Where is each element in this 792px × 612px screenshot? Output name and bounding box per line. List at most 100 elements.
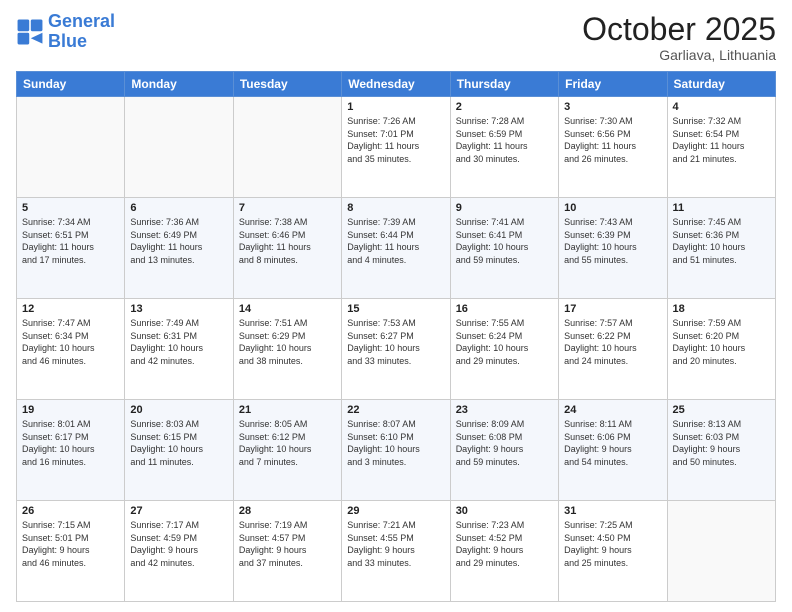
calendar-table: Sunday Monday Tuesday Wednesday Thursday…: [16, 71, 776, 602]
day-number: 25: [673, 404, 770, 416]
day-number: 7: [239, 202, 336, 214]
table-row: 12Sunrise: 7:47 AMSunset: 6:34 PMDayligh…: [17, 299, 125, 400]
table-row: [233, 97, 341, 198]
day-info: Sunrise: 7:49 AMSunset: 6:31 PMDaylight:…: [130, 317, 227, 367]
day-info: Sunrise: 7:32 AMSunset: 6:54 PMDaylight:…: [673, 115, 770, 165]
calendar-week-row: 19 Sunrise: 8:01 AMSunset: 6:17 PMDayligh…: [17, 400, 776, 501]
day-number: 18: [673, 303, 770, 315]
day-number: 10: [564, 202, 661, 214]
col-tuesday: Tuesday: [233, 72, 341, 97]
table-row: 1 Sunrise: 7:26 AMSunset: 7:01 PMDaylight…: [342, 97, 450, 198]
day-info: Sunrise: 7:57 AMSunset: 6:22 PMDaylight:…: [564, 317, 661, 367]
day-number: 27: [130, 505, 227, 517]
col-friday: Friday: [559, 72, 667, 97]
day-number: 26: [22, 505, 119, 517]
day-number: 16: [456, 303, 553, 315]
calendar-week-row: 12Sunrise: 7:47 AMSunset: 6:34 PMDayligh…: [17, 299, 776, 400]
day-number: 30: [456, 505, 553, 517]
table-row: 11Sunrise: 7:45 AMSunset: 6:36 PMDayligh…: [667, 198, 775, 299]
day-info: Sunrise: 7:26 AMSunset: 7:01 PMDaylight:…: [347, 115, 444, 165]
day-number: 17: [564, 303, 661, 315]
day-info: Sunrise: 7:21 AMSunset: 4:55 PMDaylight:…: [347, 519, 444, 569]
day-info: Sunrise: 7:19 AMSunset: 4:57 PMDaylight:…: [239, 519, 336, 569]
day-info: Sunrise: 8:13 AMSunset: 6:03 PMDaylight:…: [673, 418, 770, 468]
day-info: Sunrise: 7:38 AMSunset: 6:46 PMDaylight:…: [239, 216, 336, 266]
day-info: Sunrise: 7:59 AMSunset: 6:20 PMDaylight:…: [673, 317, 770, 367]
table-row: 27 Sunrise: 7:17 AMSunset: 4:59 PMDayligh…: [125, 501, 233, 602]
col-monday: Monday: [125, 72, 233, 97]
table-row: 3Sunrise: 7:30 AMSunset: 6:56 PMDaylight…: [559, 97, 667, 198]
day-number: 20: [130, 404, 227, 416]
day-info: Sunrise: 8:05 AMSunset: 6:12 PMDaylight:…: [239, 418, 336, 468]
col-wednesday: Wednesday: [342, 72, 450, 97]
table-row: 15Sunrise: 7:53 AMSunset: 6:27 PMDayligh…: [342, 299, 450, 400]
header: General Blue October 2025 Garliava, Lith…: [16, 12, 776, 63]
day-info: Sunrise: 7:51 AMSunset: 6:29 PMDaylight:…: [239, 317, 336, 367]
day-number: 14: [239, 303, 336, 315]
table-row: 9 Sunrise: 7:41 AMSunset: 6:41 PMDaylight…: [450, 198, 558, 299]
table-row: 23 Sunrise: 8:09 AMSunset: 6:08 PMDayligh…: [450, 400, 558, 501]
calendar-title: October 2025: [582, 12, 776, 47]
day-info: Sunrise: 7:25 AMSunset: 4:50 PMDaylight:…: [564, 519, 661, 569]
day-info: Sunrise: 8:09 AMSunset: 6:08 PMDaylight:…: [456, 418, 553, 468]
day-number: 9: [456, 202, 553, 214]
day-number: 22: [347, 404, 444, 416]
table-row: 20 Sunrise: 8:03 AMSunset: 6:15 PMDayligh…: [125, 400, 233, 501]
day-number: 24: [564, 404, 661, 416]
table-row: 26 Sunrise: 7:15 AMSunset: 5:01 PMDayligh…: [17, 501, 125, 602]
table-row: 2Sunrise: 7:28 AMSunset: 6:59 PMDaylight…: [450, 97, 558, 198]
title-block: October 2025 Garliava, Lithuania: [582, 12, 776, 63]
day-info: Sunrise: 7:55 AMSunset: 6:24 PMDaylight:…: [456, 317, 553, 367]
day-info: Sunrise: 8:11 AMSunset: 6:06 PMDaylight:…: [564, 418, 661, 468]
table-row: 14 Sunrise: 7:51 AMSunset: 6:29 PMDayligh…: [233, 299, 341, 400]
calendar-subtitle: Garliava, Lithuania: [582, 47, 776, 63]
day-number: 8: [347, 202, 444, 214]
day-info: Sunrise: 7:41 AMSunset: 6:41 PMDaylight:…: [456, 216, 553, 266]
day-info: Sunrise: 7:39 AMSunset: 6:44 PMDaylight:…: [347, 216, 444, 266]
table-row: 28 Sunrise: 7:19 AMSunset: 4:57 PMDayligh…: [233, 501, 341, 602]
day-number: 2: [456, 101, 553, 113]
table-row: 17 Sunrise: 7:57 AMSunset: 6:22 PMDayligh…: [559, 299, 667, 400]
table-row: 30 Sunrise: 7:23 AMSunset: 4:52 PMDayligh…: [450, 501, 558, 602]
table-row: 19 Sunrise: 8:01 AMSunset: 6:17 PMDayligh…: [17, 400, 125, 501]
calendar-week-row: 26 Sunrise: 7:15 AMSunset: 5:01 PMDayligh…: [17, 501, 776, 602]
logo-icon: [16, 18, 44, 46]
day-info: Sunrise: 8:01 AMSunset: 6:17 PMDaylight:…: [22, 418, 119, 468]
day-info: Sunrise: 7:15 AMSunset: 5:01 PMDaylight:…: [22, 519, 119, 569]
day-number: 13: [130, 303, 227, 315]
day-info: Sunrise: 8:03 AMSunset: 6:15 PMDaylight:…: [130, 418, 227, 468]
table-row: 22 Sunrise: 8:07 AMSunset: 6:10 PMDayligh…: [342, 400, 450, 501]
table-row: 25 Sunrise: 8:13 AMSunset: 6:03 PMDayligh…: [667, 400, 775, 501]
day-number: 21: [239, 404, 336, 416]
table-row: 18 Sunrise: 7:59 AMSunset: 6:20 PMDayligh…: [667, 299, 775, 400]
page: General Blue October 2025 Garliava, Lith…: [0, 0, 792, 612]
table-row: 10Sunrise: 7:43 AMSunset: 6:39 PMDayligh…: [559, 198, 667, 299]
table-row: 5Sunrise: 7:34 AMSunset: 6:51 PMDaylight…: [17, 198, 125, 299]
logo: General Blue: [16, 12, 115, 52]
day-info: Sunrise: 7:30 AMSunset: 6:56 PMDaylight:…: [564, 115, 661, 165]
day-info: Sunrise: 8:07 AMSunset: 6:10 PMDaylight:…: [347, 418, 444, 468]
day-number: 23: [456, 404, 553, 416]
day-info: Sunrise: 7:17 AMSunset: 4:59 PMDaylight:…: [130, 519, 227, 569]
table-row: [17, 97, 125, 198]
table-row: 4Sunrise: 7:32 AMSunset: 6:54 PMDaylight…: [667, 97, 775, 198]
day-number: 12: [22, 303, 119, 315]
day-number: 28: [239, 505, 336, 517]
table-row: 31Sunrise: 7:25 AMSunset: 4:50 PMDayligh…: [559, 501, 667, 602]
day-number: 1: [347, 101, 444, 113]
header-row: Sunday Monday Tuesday Wednesday Thursday…: [17, 72, 776, 97]
table-row: 7 Sunrise: 7:38 AMSunset: 6:46 PMDaylight…: [233, 198, 341, 299]
col-thursday: Thursday: [450, 72, 558, 97]
logo-text: General Blue: [48, 12, 115, 52]
calendar-week-row: 1 Sunrise: 7:26 AMSunset: 7:01 PMDaylight…: [17, 97, 776, 198]
table-row: 29Sunrise: 7:21 AMSunset: 4:55 PMDayligh…: [342, 501, 450, 602]
day-number: 19: [22, 404, 119, 416]
day-info: Sunrise: 7:23 AMSunset: 4:52 PMDaylight:…: [456, 519, 553, 569]
day-info: Sunrise: 7:36 AMSunset: 6:49 PMDaylight:…: [130, 216, 227, 266]
day-info: Sunrise: 7:34 AMSunset: 6:51 PMDaylight:…: [22, 216, 119, 266]
table-row: 24 Sunrise: 8:11 AMSunset: 6:06 PMDayligh…: [559, 400, 667, 501]
col-saturday: Saturday: [667, 72, 775, 97]
table-row: [667, 501, 775, 602]
table-row: 13 Sunrise: 7:49 AMSunset: 6:31 PMDayligh…: [125, 299, 233, 400]
table-row: 21 Sunrise: 8:05 AMSunset: 6:12 PMDayligh…: [233, 400, 341, 501]
